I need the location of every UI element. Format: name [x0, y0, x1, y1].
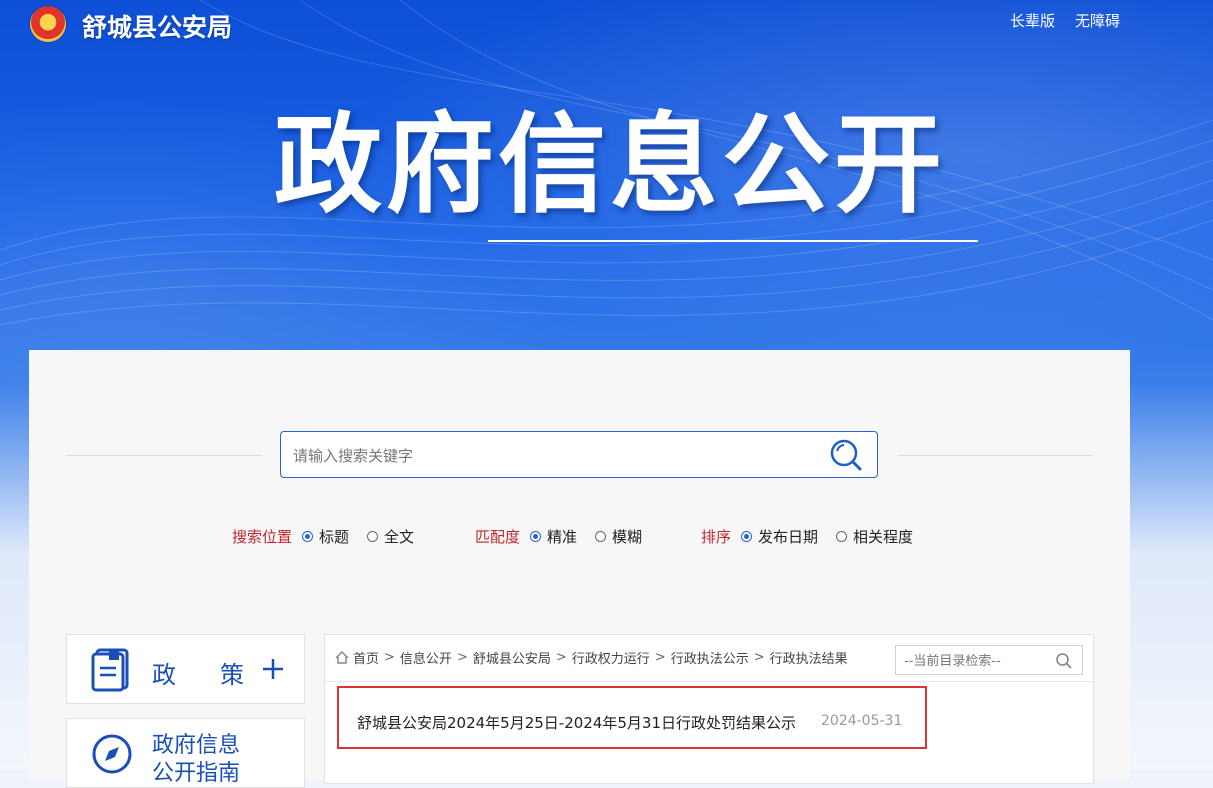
- sidebar-policy-label-1: 政: [152, 661, 176, 689]
- search-divider-right: [898, 455, 1093, 456]
- sort-label: 排序: [701, 528, 732, 546]
- breadcrumb-info-public[interactable]: 信息公开: [400, 648, 452, 667]
- radio-checked-icon: [530, 531, 542, 542]
- directory-search-input[interactable]: [902, 646, 1046, 676]
- search-box: [280, 431, 878, 479]
- plus-icon: [263, 659, 283, 679]
- radio-relevance[interactable]: 相关程度: [836, 526, 913, 547]
- breadcrumb: 首页 > 信息公开 > 舒城县公安局 > 行政权力运行 > 行政执法公示 > 行…: [335, 648, 848, 667]
- match-options: 匹配度 精准 模糊: [475, 526, 660, 547]
- top-links: 长辈版 无障碍: [1010, 10, 1120, 31]
- accessibility-link[interactable]: 无障碍: [1075, 10, 1120, 31]
- search-icon[interactable]: [829, 438, 863, 472]
- breadcrumb-admin-power[interactable]: 行政权力运行: [572, 648, 650, 667]
- sidebar-guide-label-2: 公开指南: [152, 761, 241, 786]
- sort-options: 排序 发布日期 相关程度: [701, 526, 931, 547]
- search-divider-left: [66, 455, 262, 456]
- radio-fuzzy[interactable]: 模糊: [595, 526, 642, 547]
- breadcrumb-enforcement-results[interactable]: 行政执法结果: [770, 648, 848, 667]
- radio-fulltext[interactable]: 全文: [367, 526, 414, 547]
- radio-publish-date[interactable]: 发布日期: [741, 526, 818, 547]
- radio-unchecked-icon: [367, 531, 379, 542]
- search-position-options: 搜索位置 标题 全文: [232, 526, 432, 547]
- police-emblem-icon: [30, 6, 66, 42]
- radio-title[interactable]: 标题: [302, 526, 349, 547]
- content-divider: [325, 681, 1093, 682]
- radio-checked-icon: [302, 531, 314, 542]
- search-position-label: 搜索位置: [232, 528, 293, 546]
- sidebar-item-guide[interactable]: 政府信息 公开指南: [66, 718, 305, 788]
- radio-unchecked-icon: [836, 531, 848, 542]
- title-underline: [488, 240, 978, 242]
- search-input[interactable]: [291, 432, 815, 479]
- breadcrumb-bureau[interactable]: 舒城县公安局: [473, 648, 551, 667]
- result-title-link[interactable]: 舒城县公安局2024年5月25日-2024年5月31日行政处罚结果公示: [357, 712, 796, 733]
- breadcrumb-home[interactable]: 首页: [353, 648, 379, 667]
- document-icon: [91, 648, 129, 692]
- site-title: 舒城县公安局: [82, 13, 233, 42]
- radio-unchecked-icon: [595, 531, 607, 542]
- content-panel: 首页 > 信息公开 > 舒城县公安局 > 行政权力运行 > 行政执法公示 > 行…: [324, 634, 1094, 784]
- match-label: 匹配度: [475, 528, 521, 546]
- list-item: 舒城县公安局2024年5月25日-2024年5月31日行政处罚结果公示 2024…: [337, 686, 927, 749]
- breadcrumb-enforcement-public[interactable]: 行政执法公示: [671, 648, 749, 667]
- directory-search: [895, 645, 1083, 676]
- sidebar-item-policy[interactable]: 政 策: [66, 634, 305, 704]
- page-title: 政府信息公开: [274, 103, 947, 228]
- elderly-mode-link[interactable]: 长辈版: [1010, 10, 1055, 31]
- radio-checked-icon: [741, 531, 753, 542]
- radio-exact[interactable]: 精准: [530, 526, 577, 547]
- home-icon: [335, 651, 349, 664]
- search-icon[interactable]: [1055, 652, 1073, 670]
- sidebar-policy-label-2: 策: [220, 661, 244, 689]
- result-date: 2024-05-31: [821, 713, 903, 729]
